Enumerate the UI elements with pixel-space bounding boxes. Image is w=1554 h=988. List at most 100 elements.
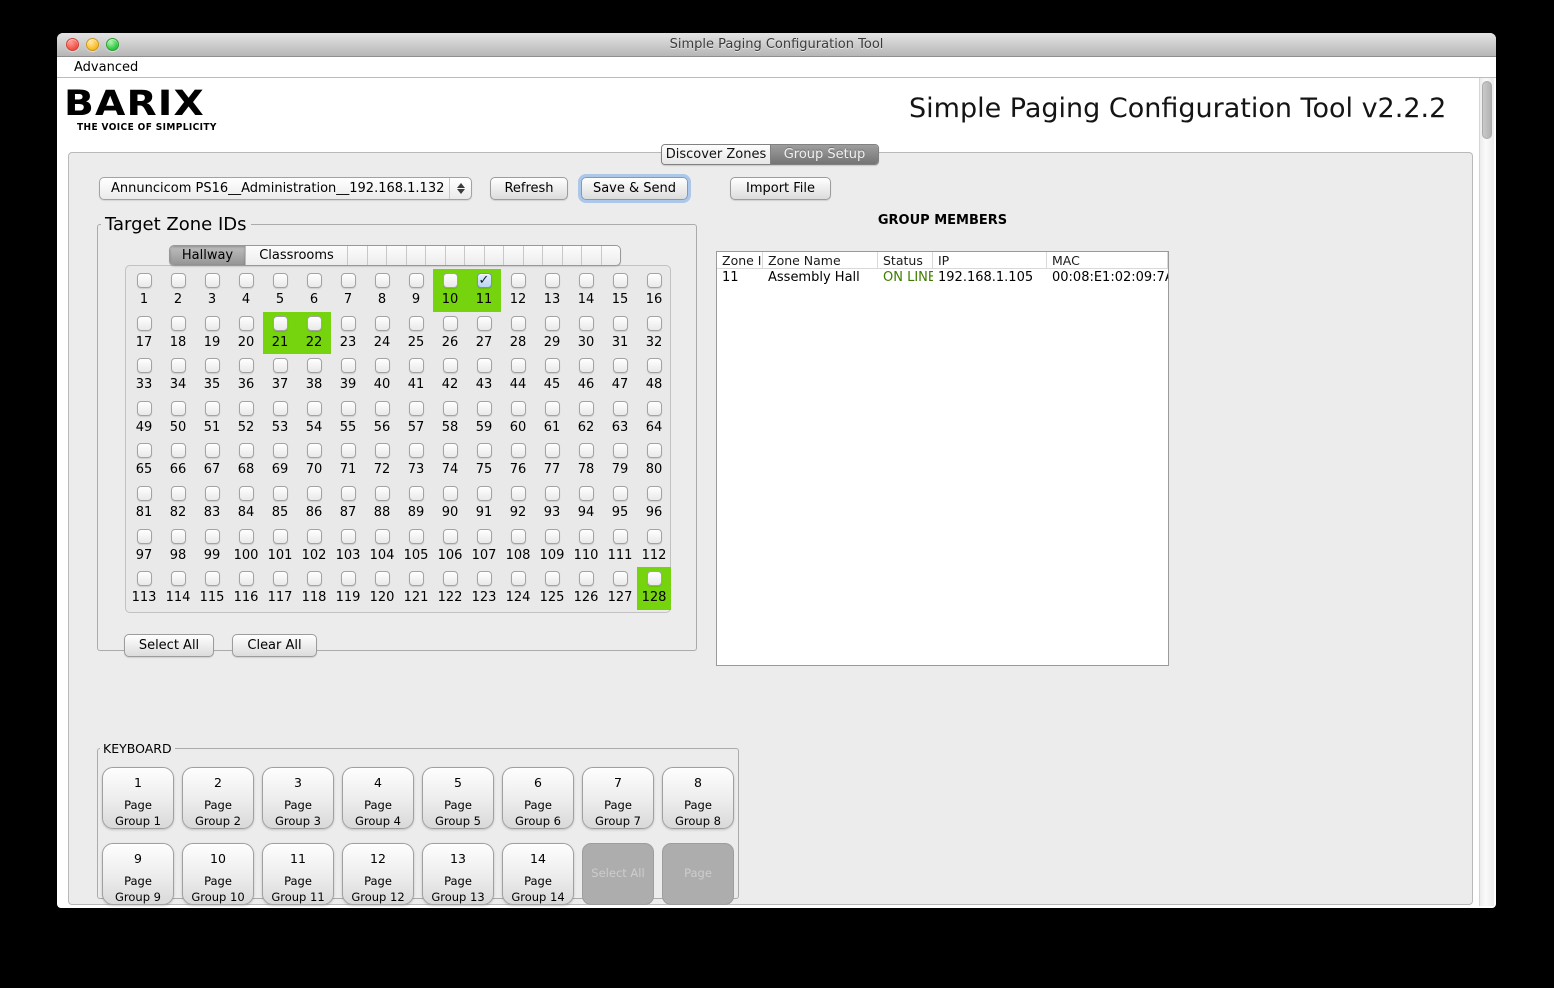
zone-checkbox-85[interactable] xyxy=(273,486,288,501)
zone-checkbox-15[interactable] xyxy=(613,273,628,288)
zone-checkbox-3[interactable] xyxy=(205,273,220,288)
tab-group-setup[interactable]: Group Setup xyxy=(770,145,878,164)
zone-checkbox-63[interactable] xyxy=(613,401,628,416)
zone-checkbox-27[interactable] xyxy=(477,316,492,331)
zone-checkbox-35[interactable] xyxy=(205,358,220,373)
zone-checkbox-89[interactable] xyxy=(409,486,424,501)
zone-checkbox-71[interactable] xyxy=(341,443,356,458)
zone-checkbox-31[interactable] xyxy=(613,316,628,331)
zone-checkbox-92[interactable] xyxy=(511,486,526,501)
zone-checkbox-21[interactable] xyxy=(273,316,288,331)
zone-checkbox-91[interactable] xyxy=(477,486,492,501)
zone-checkbox-41[interactable] xyxy=(409,358,424,373)
zone-checkbox-59[interactable] xyxy=(477,401,492,416)
zone-checkbox-58[interactable] xyxy=(443,401,458,416)
zone-checkbox-43[interactable] xyxy=(477,358,492,373)
zone-checkbox-61[interactable] xyxy=(545,401,560,416)
zone-checkbox-45[interactable] xyxy=(545,358,560,373)
page-group-button-7[interactable]: 7Page Group 7 xyxy=(582,767,654,829)
zone-checkbox-22[interactable] xyxy=(307,316,322,331)
zone-checkbox-107[interactable] xyxy=(477,529,492,544)
zone-checkbox-93[interactable] xyxy=(545,486,560,501)
zone-checkbox-79[interactable] xyxy=(613,443,628,458)
zone-checkbox-48[interactable] xyxy=(647,358,662,373)
zone-checkbox-98[interactable] xyxy=(171,529,186,544)
zone-checkbox-118[interactable] xyxy=(307,571,322,586)
zone-checkbox-47[interactable] xyxy=(613,358,628,373)
zone-checkbox-114[interactable] xyxy=(171,571,186,586)
zone-checkbox-7[interactable] xyxy=(341,273,356,288)
table-row[interactable]: 11Assembly HallON LINE192.168.1.10500:08… xyxy=(717,269,1168,287)
zone-checkbox-60[interactable] xyxy=(511,401,526,416)
zone-checkbox-78[interactable] xyxy=(579,443,594,458)
zone-checkbox-108[interactable] xyxy=(511,529,526,544)
zone-checkbox-86[interactable] xyxy=(307,486,322,501)
zone-checkbox-95[interactable] xyxy=(613,486,628,501)
zone-checkbox-23[interactable] xyxy=(341,316,356,331)
zone-checkbox-117[interactable] xyxy=(273,571,288,586)
zone-checkbox-62[interactable] xyxy=(579,401,594,416)
zone-checkbox-20[interactable] xyxy=(239,316,254,331)
page-group-button-9[interactable]: 9Page Group 9 xyxy=(102,843,174,905)
zone-checkbox-81[interactable] xyxy=(137,486,152,501)
zone-checkbox-111[interactable] xyxy=(613,529,628,544)
zone-checkbox-18[interactable] xyxy=(171,316,186,331)
zone-checkbox-50[interactable] xyxy=(171,401,186,416)
zone-checkbox-14[interactable] xyxy=(579,273,594,288)
zone-checkbox-83[interactable] xyxy=(205,486,220,501)
zone-checkbox-122[interactable] xyxy=(443,571,458,586)
zone-checkbox-19[interactable] xyxy=(205,316,220,331)
page-group-button-12[interactable]: 12Page Group 12 xyxy=(342,843,414,905)
zone-checkbox-8[interactable] xyxy=(375,273,390,288)
zone-checkbox-90[interactable] xyxy=(443,486,458,501)
zone-checkbox-11[interactable]: ✓ xyxy=(477,273,492,288)
zone-checkbox-68[interactable] xyxy=(239,443,254,458)
page-group-button-4[interactable]: 4Page Group 4 xyxy=(342,767,414,829)
zone-tab-hallway[interactable]: Hallway xyxy=(170,246,245,265)
zone-checkbox-52[interactable] xyxy=(239,401,254,416)
zone-checkbox-54[interactable] xyxy=(307,401,322,416)
zone-checkbox-65[interactable] xyxy=(137,443,152,458)
zone-checkbox-46[interactable] xyxy=(579,358,594,373)
zone-checkbox-72[interactable] xyxy=(375,443,390,458)
vertical-scrollbar[interactable] xyxy=(1479,78,1494,906)
zone-checkbox-76[interactable] xyxy=(511,443,526,458)
zone-checkbox-120[interactable] xyxy=(375,571,390,586)
import-file-button[interactable]: Import File xyxy=(730,177,831,200)
zone-checkbox-73[interactable] xyxy=(409,443,424,458)
zone-checkbox-99[interactable] xyxy=(205,529,220,544)
zone-checkbox-113[interactable] xyxy=(137,571,152,586)
zone-checkbox-105[interactable] xyxy=(409,529,424,544)
zone-checkbox-125[interactable] xyxy=(545,571,560,586)
zone-checkbox-96[interactable] xyxy=(647,486,662,501)
zone-checkbox-115[interactable] xyxy=(205,571,220,586)
zone-checkbox-102[interactable] xyxy=(307,529,322,544)
zone-tab-classrooms[interactable]: Classrooms xyxy=(245,246,347,265)
zone-checkbox-100[interactable] xyxy=(239,529,254,544)
zone-checkbox-6[interactable] xyxy=(307,273,322,288)
zone-checkbox-67[interactable] xyxy=(205,443,220,458)
zone-checkbox-36[interactable] xyxy=(239,358,254,373)
zone-checkbox-37[interactable] xyxy=(273,358,288,373)
zone-checkbox-13[interactable] xyxy=(545,273,560,288)
zone-checkbox-66[interactable] xyxy=(171,443,186,458)
zone-checkbox-127[interactable] xyxy=(613,571,628,586)
zone-checkbox-110[interactable] xyxy=(579,529,594,544)
zone-checkbox-128[interactable] xyxy=(647,571,662,586)
zone-checkbox-40[interactable] xyxy=(375,358,390,373)
scrollbar-thumb[interactable] xyxy=(1482,81,1492,139)
zone-checkbox-53[interactable] xyxy=(273,401,288,416)
zone-checkbox-9[interactable] xyxy=(409,273,424,288)
page-group-button-3[interactable]: 3Page Group 3 xyxy=(262,767,334,829)
zone-checkbox-10[interactable] xyxy=(443,273,458,288)
zone-checkbox-57[interactable] xyxy=(409,401,424,416)
page-group-button-11[interactable]: 11Page Group 11 xyxy=(262,843,334,905)
zone-checkbox-82[interactable] xyxy=(171,486,186,501)
zone-checkbox-126[interactable] xyxy=(579,571,594,586)
zone-checkbox-56[interactable] xyxy=(375,401,390,416)
zone-checkbox-70[interactable] xyxy=(307,443,322,458)
zone-checkbox-80[interactable] xyxy=(647,443,662,458)
zone-checkbox-101[interactable] xyxy=(273,529,288,544)
zone-checkbox-77[interactable] xyxy=(545,443,560,458)
page-group-button-13[interactable]: 13Page Group 13 xyxy=(422,843,494,905)
